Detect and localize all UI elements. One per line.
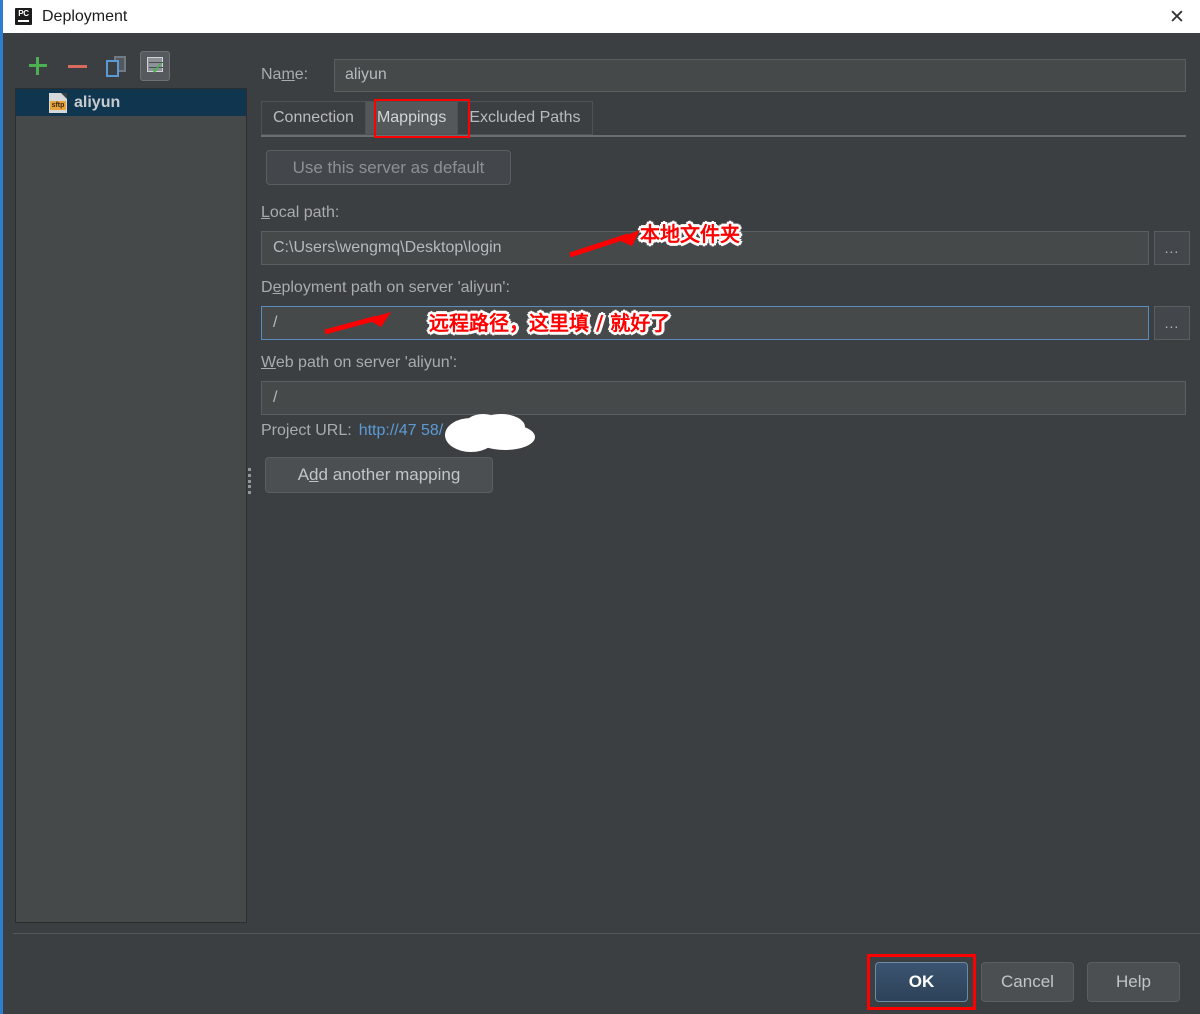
tab-excluded-paths[interactable]: Excluded Paths <box>457 101 593 135</box>
footer-buttons: OK Cancel Help <box>3 950 1200 1014</box>
server-list[interactable]: sftp aliyun <box>15 88 247 923</box>
project-url-link[interactable]: http://47 58/ <box>359 422 444 440</box>
local-path-label: Local path: <box>261 204 340 221</box>
list-item-label: aliyun <box>74 93 121 111</box>
server-list-toolbar: ✓ <box>15 46 245 86</box>
use-as-default-server-button[interactable]: ✓ <box>140 51 170 81</box>
window-title-bar: PC Deployment ✕ <box>3 0 1200 33</box>
footer-separator <box>13 933 1200 934</box>
ok-button[interactable]: OK <box>875 962 968 1002</box>
window-title: Deployment <box>42 7 128 25</box>
tab-strip: Connection Mappings Excluded Paths <box>261 101 1186 137</box>
annotation-remote-path: 远程路径，这里填 / 就好了 <box>429 311 671 335</box>
help-button[interactable]: Help <box>1087 962 1180 1002</box>
deployment-path-input[interactable]: / <box>261 306 1149 340</box>
name-label: Name: <box>261 66 309 83</box>
annotation-local-folder: 本地文件夹 <box>640 222 740 246</box>
tab-mappings[interactable]: Mappings <box>364 101 458 135</box>
name-input[interactable]: aliyun <box>334 58 1186 92</box>
server-check-icon: ✓ <box>145 56 165 78</box>
remove-server-button[interactable] <box>62 51 92 81</box>
project-url-label: Project URL: <box>261 422 352 439</box>
deployment-dialog: PC Deployment ✕ ✓ sftp aliyun Name: aliy… <box>0 0 1200 1014</box>
pycharm-icon: PC <box>15 8 32 25</box>
tab-underline <box>261 135 1186 137</box>
web-path-input[interactable]: / <box>261 381 1186 415</box>
deployment-path-label: Deployment path on server 'aliyun': <box>261 279 510 296</box>
tab-connection[interactable]: Connection <box>261 101 365 135</box>
add-server-button[interactable] <box>23 51 53 81</box>
sftp-file-icon: sftp <box>49 92 67 113</box>
close-icon[interactable]: ✕ <box>1154 0 1200 33</box>
web-path-label: Web path on server 'aliyun': <box>261 354 458 371</box>
list-item[interactable]: sftp aliyun <box>16 89 246 116</box>
copy-icon <box>106 55 126 77</box>
project-url-row: Project URL: http://47 58/ <box>261 422 443 440</box>
deployment-path-browse-button[interactable]: ... <box>1154 306 1190 340</box>
minus-icon <box>67 64 87 68</box>
plus-icon <box>28 56 48 76</box>
redaction-scribble <box>445 414 535 452</box>
mapping-drag-handle[interactable] <box>248 468 253 494</box>
add-another-mapping-button[interactable]: Add another mapping <box>265 457 493 493</box>
copy-server-button[interactable] <box>101 51 131 81</box>
local-path-browse-button[interactable]: ... <box>1154 231 1190 265</box>
cancel-button[interactable]: Cancel <box>981 962 1074 1002</box>
use-this-server-as-default-button[interactable]: Use this server as default <box>266 150 511 185</box>
name-row: Name: aliyun <box>261 58 1186 92</box>
